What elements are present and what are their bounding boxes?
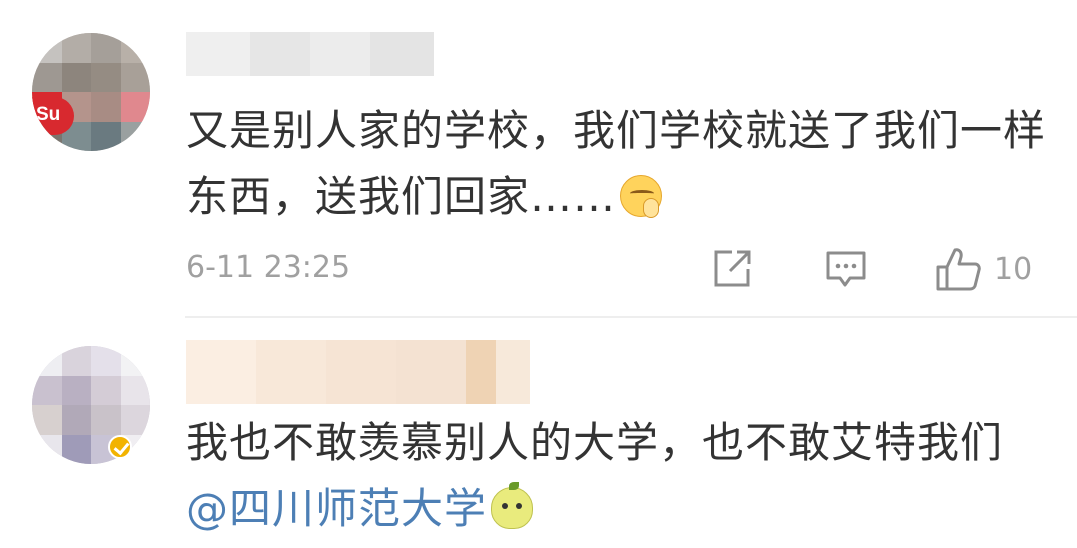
like-icon [936, 248, 981, 291]
shushing-face-icon [620, 175, 663, 218]
like-button[interactable]: 10 [934, 244, 1032, 294]
username-blurred[interactable] [186, 340, 530, 404]
like-count: 10 [994, 251, 1033, 287]
reply-button[interactable] [824, 244, 868, 294]
verified-badge-icon [108, 435, 132, 459]
comment-body: 我也不敢羡慕别人的大学，也不敢艾特我们 [186, 418, 1004, 467]
comment-item: Su 又是别人家的学校，我们学校就送了我们一样东西，送我们回家…… 6-11 2… [0, 0, 1077, 318]
comment-item: 我也不敢羡慕别人的大学，也不敢艾特我们 @四川师范大学 [0, 318, 1077, 548]
mention-link[interactable]: @四川师范大学 [186, 484, 487, 533]
avatar-pixelated-image [32, 346, 150, 464]
avatar[interactable]: Su [32, 33, 150, 151]
comment-meta: 6-11 23:25 10 [186, 244, 1046, 294]
comment-body: 又是别人家的学校，我们学校就送了我们一样东西，送我们回家…… [186, 106, 1047, 221]
comment-text: 又是别人家的学校，我们学校就送了我们一样东西，送我们回家…… [186, 98, 1056, 230]
lemon-face-icon [491, 482, 534, 529]
reply-icon [826, 251, 866, 287]
avatar[interactable] [32, 346, 150, 464]
share-icon [714, 250, 751, 287]
share-button[interactable] [710, 244, 754, 294]
comment-text: 我也不敢羡慕别人的大学，也不敢艾特我们 @四川师范大学 [186, 410, 1056, 542]
avatar-logo-badge: Su [32, 97, 74, 135]
username-blurred[interactable] [186, 32, 434, 76]
timestamp: 6-11 23:25 [186, 250, 351, 285]
